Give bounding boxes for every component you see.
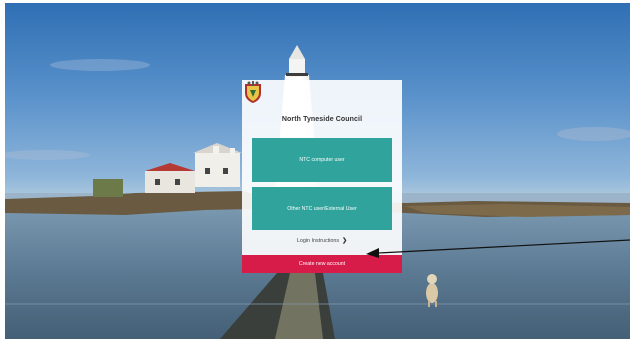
login-instructions-link[interactable]: Login Instructions ❯: [242, 237, 402, 244]
organisation-name: North Tyneside Council: [281, 116, 363, 123]
background-photo: North Tyneside Council NTC computer user…: [5, 3, 630, 339]
external-user-button[interactable]: Other NTC user/External User: [252, 187, 392, 230]
chevron-right-icon: ❯: [342, 238, 348, 244]
ntc-computer-user-button[interactable]: NTC computer user: [252, 138, 392, 182]
login-panel: North Tyneside Council NTC computer user…: [242, 80, 402, 273]
login-instructions-label: Login Instructions: [296, 238, 340, 244]
council-crest-icon: [245, 81, 261, 103]
create-account-button[interactable]: Create new account: [242, 255, 402, 273]
